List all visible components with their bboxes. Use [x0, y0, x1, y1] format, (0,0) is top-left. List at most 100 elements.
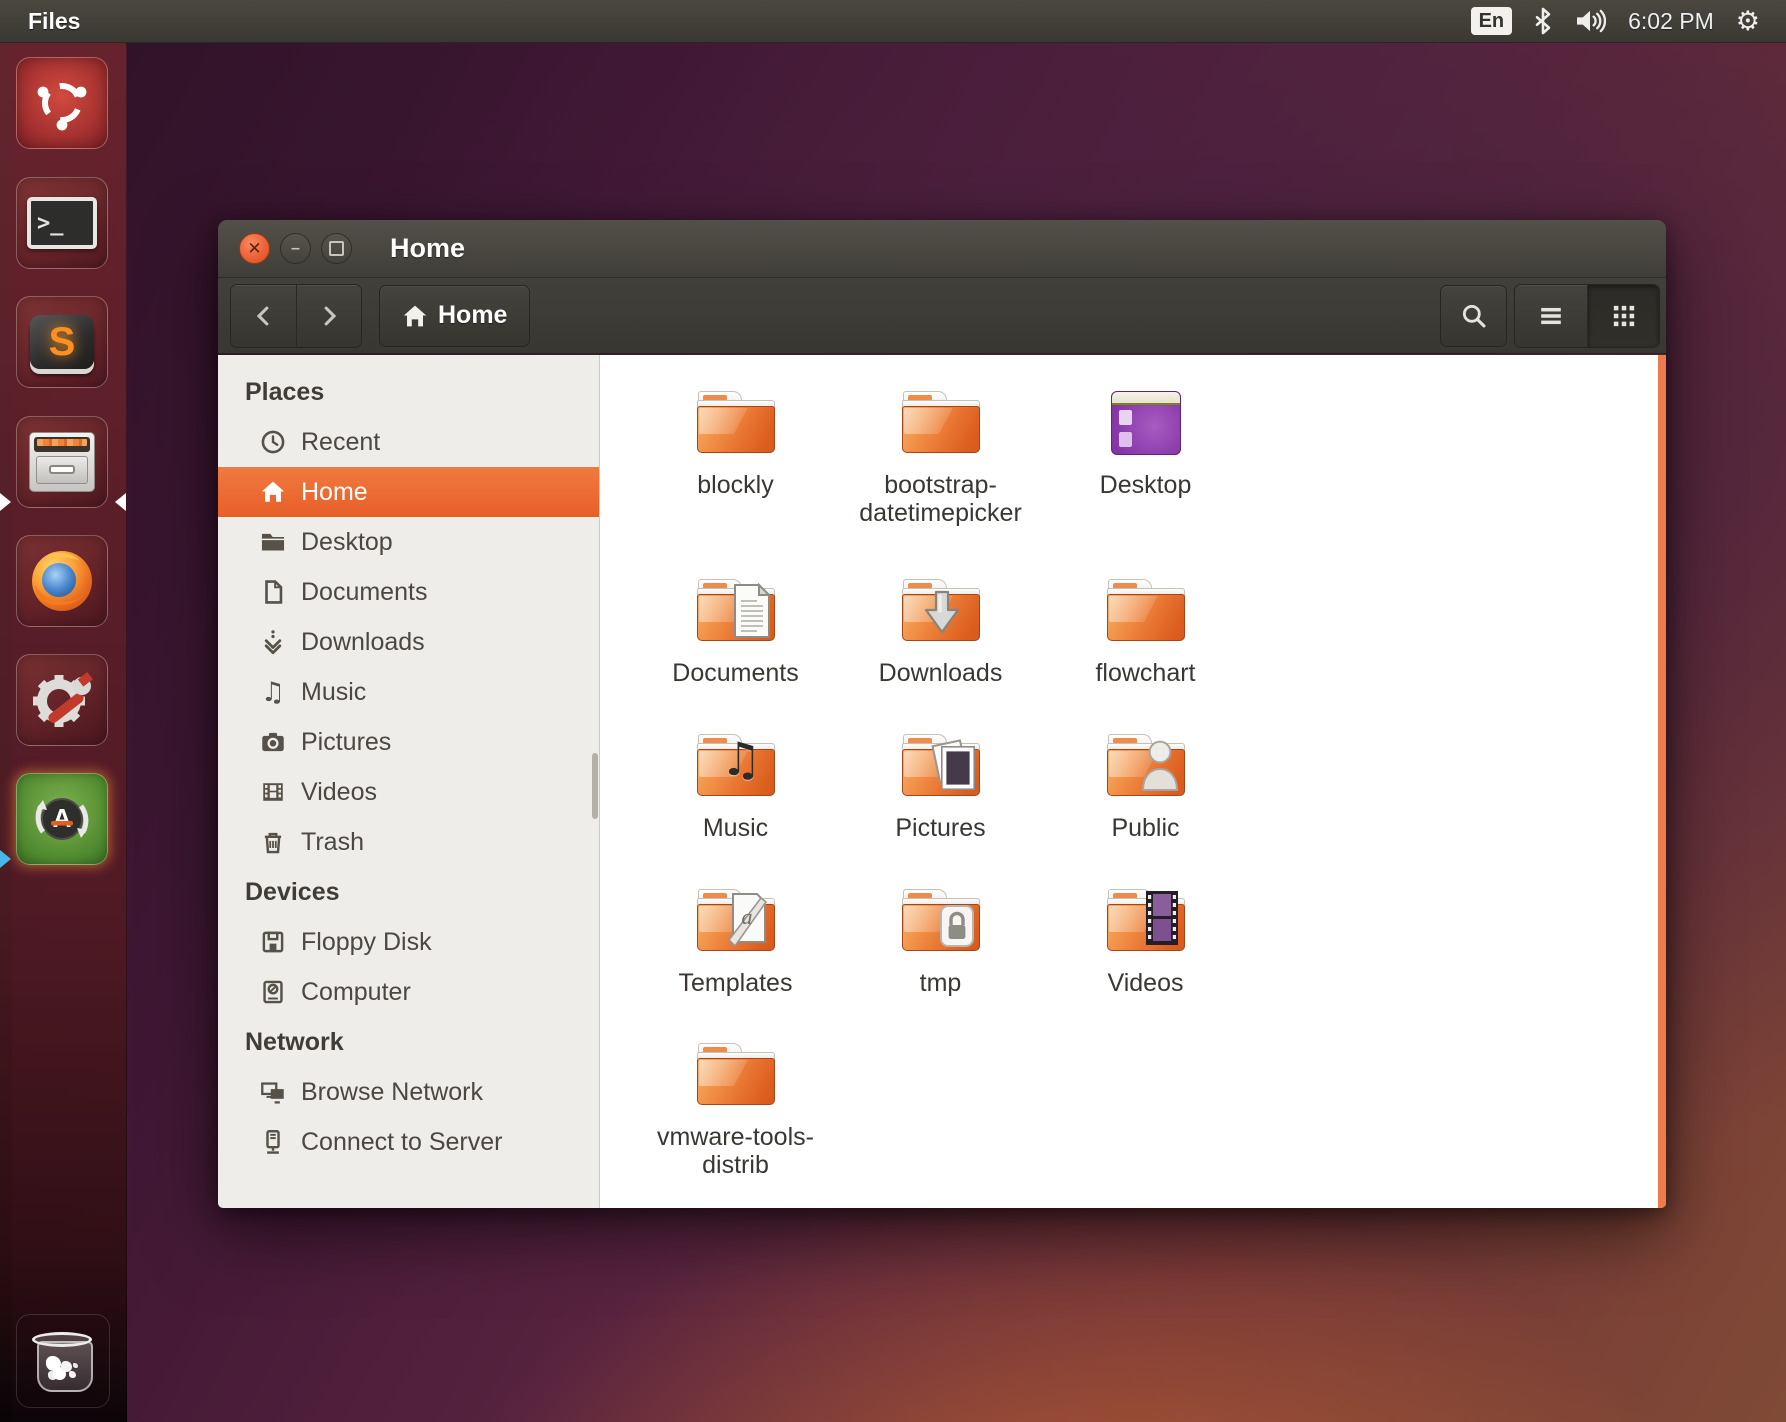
file-item[interactable]: blockly: [633, 385, 838, 573]
file-label: Templates: [679, 969, 793, 997]
sidebar-section-places: Places: [218, 367, 599, 417]
sidebar-item-videos[interactable]: Videos: [218, 767, 599, 817]
sidebar-item-recent[interactable]: Recent: [218, 417, 599, 467]
active-app-name: Files: [28, 8, 80, 35]
file-item[interactable]: Downloads: [838, 573, 1043, 728]
launcher-item-dash-home[interactable]: [16, 57, 108, 149]
minimize-button[interactable]: –: [280, 233, 311, 264]
launcher-item-terminal[interactable]: >_: [16, 177, 108, 269]
updater-notification-arrow: [0, 850, 11, 868]
file-label: Desktop: [1100, 471, 1192, 499]
back-button[interactable]: [231, 285, 296, 347]
sidebar-item-pictures[interactable]: Pictures: [218, 717, 599, 767]
breadcrumb-home-button[interactable]: Home: [379, 285, 530, 347]
launcher-item-sublime-text[interactable]: S: [16, 296, 108, 388]
sidebar-item-label: Documents: [301, 578, 427, 607]
window-titlebar[interactable]: ✕ – Home: [218, 220, 1666, 278]
file-item[interactable]: Videos: [1043, 883, 1248, 1037]
template-emblem-icon: a: [725, 890, 771, 948]
maximize-button[interactable]: [321, 233, 352, 264]
person-emblem-icon: [1139, 738, 1181, 792]
launcher-item-files[interactable]: [16, 416, 108, 508]
volume-icon[interactable]: [1574, 8, 1606, 34]
folder-icon: [697, 1043, 775, 1105]
grid-view-button[interactable]: [1587, 285, 1659, 347]
close-button[interactable]: ✕: [239, 233, 270, 264]
list-view-icon: [1537, 302, 1565, 330]
launcher-item-firefox[interactable]: [16, 535, 108, 627]
folder-icon: [902, 391, 980, 453]
sidebar-item-desktop[interactable]: Desktop: [218, 517, 599, 567]
sidebar-item-floppy-disk[interactable]: Floppy Disk: [218, 917, 599, 967]
file-cabinet-icon: [29, 432, 95, 492]
folder-music-icon: ♫: [697, 734, 775, 796]
file-label: Videos: [1108, 969, 1184, 997]
sidebar-item-browse-network[interactable]: Browse Network: [218, 1067, 599, 1117]
breadcrumb-label: Home: [438, 301, 507, 330]
clock[interactable]: 6:02 PM: [1628, 8, 1714, 35]
film-icon: [260, 779, 286, 805]
sidebar-item-connect-to-server[interactable]: Connect to Server: [218, 1117, 599, 1167]
search-button[interactable]: [1440, 285, 1507, 347]
file-browser-content: blockly bootstrap-datetimepicker Desktop…: [600, 355, 1666, 1208]
bluetooth-icon[interactable]: [1534, 7, 1552, 35]
content-scrollbar[interactable]: [1658, 355, 1666, 1208]
folder-icon: [697, 391, 775, 453]
software-updater-icon: A: [29, 786, 95, 852]
launcher-item-software-updater[interactable]: A: [16, 773, 108, 865]
file-item[interactable]: vmware-tools-distrib: [633, 1037, 838, 1208]
sidebar-item-downloads[interactable]: Downloads: [218, 617, 599, 667]
folder-documents-icon: [697, 579, 775, 641]
sidebar-item-music[interactable]: ♫ Music: [218, 667, 599, 717]
file-label: flowchart: [1095, 659, 1195, 687]
file-label: Pictures: [895, 814, 985, 842]
search-icon: [1460, 302, 1488, 330]
file-item[interactable]: ♫ Music: [633, 728, 838, 883]
firefox-icon: [28, 547, 96, 615]
file-item[interactable]: a Templates: [633, 883, 838, 1037]
file-label: blockly: [697, 471, 773, 499]
file-item[interactable]: Public: [1043, 728, 1248, 883]
sidebar-scrollbar-thumb[interactable]: [592, 753, 598, 819]
sidebar-item-computer[interactable]: Computer: [218, 967, 599, 1017]
home-icon: [402, 304, 428, 328]
session-menu-icon[interactable]: ⚙: [1736, 8, 1760, 35]
trash-icon: [260, 829, 286, 855]
file-label: tmp: [920, 969, 962, 997]
launcher-item-system-settings[interactable]: [16, 654, 108, 746]
file-grid: blockly bootstrap-datetimepicker Desktop…: [600, 355, 1666, 1208]
focused-indicator-arrow: [115, 493, 126, 511]
list-view-button[interactable]: [1515, 285, 1587, 347]
window-title: Home: [390, 233, 465, 264]
sidebar-item-label: Recent: [301, 428, 380, 457]
sidebar-item-documents[interactable]: Documents: [218, 567, 599, 617]
sidebar-item-trash[interactable]: Trash: [218, 817, 599, 867]
photos-emblem-icon: [930, 737, 978, 793]
file-label: vmware-tools-distrib: [636, 1123, 836, 1179]
folder-icon: [260, 529, 286, 555]
forward-button[interactable]: [296, 285, 361, 347]
terminal-icon: >_: [27, 197, 97, 249]
file-item[interactable]: bootstrap-datetimepicker: [838, 385, 1043, 573]
folder-templates-icon: a: [697, 889, 775, 951]
places-sidebar: Places Recent Home Desktop Documents Dow…: [218, 355, 600, 1208]
file-item[interactable]: flowchart: [1043, 573, 1248, 728]
back-chevron-icon: [251, 303, 277, 329]
keyboard-indicator[interactable]: En: [1471, 7, 1513, 35]
sidebar-item-label: Videos: [301, 778, 377, 807]
file-item[interactable]: Pictures: [838, 728, 1043, 883]
sidebar-section-devices: Devices: [218, 867, 599, 917]
launcher-item-trash[interactable]: [16, 1314, 110, 1408]
sublime-text-icon: S: [30, 315, 94, 369]
file-item[interactable]: Documents: [633, 573, 838, 728]
trash-can-icon: [32, 1332, 94, 1390]
harddisk-icon: [260, 979, 286, 1005]
folder-pictures-icon: [902, 734, 980, 796]
forward-chevron-icon: [316, 303, 342, 329]
top-panel: Files En 6:02 PM ⚙: [0, 0, 1786, 43]
file-item[interactable]: Desktop: [1043, 385, 1248, 573]
file-label: Public: [1111, 814, 1179, 842]
sidebar-item-home[interactable]: Home: [218, 467, 599, 517]
file-item[interactable]: tmp: [838, 883, 1043, 1037]
sidebar-item-label: Connect to Server: [301, 1128, 503, 1157]
